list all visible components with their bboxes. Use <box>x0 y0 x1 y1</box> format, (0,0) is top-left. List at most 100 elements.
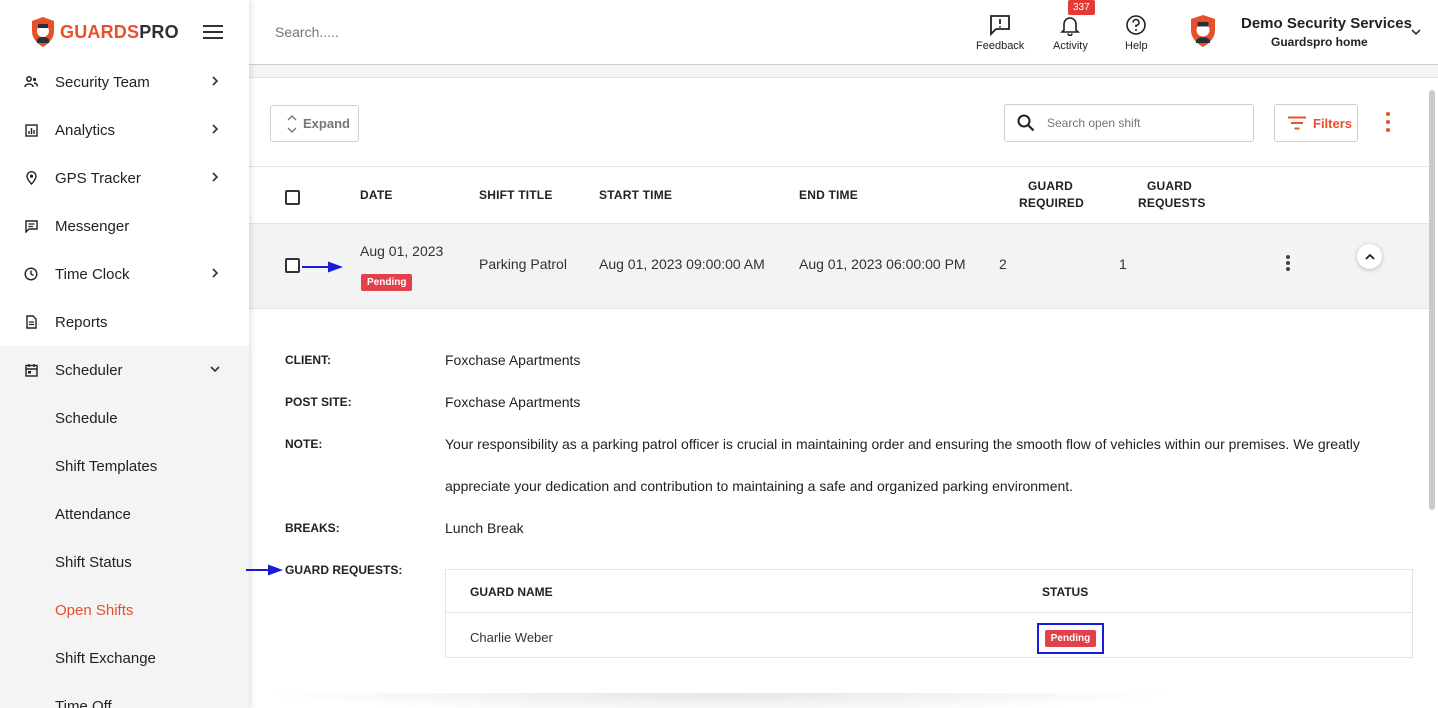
row-guard-required: 2 <box>999 256 1007 272</box>
brand-logo[interactable]: GUARDSPRO <box>30 15 179 49</box>
breaks-label: BREAKS: <box>285 521 340 535</box>
sidebar-item-schedule[interactable]: Schedule <box>0 394 249 442</box>
more-options-icon[interactable] <box>1385 112 1391 136</box>
sidebar-item-attendance[interactable]: Attendance <box>0 490 249 538</box>
sidebar-item-open-shifts[interactable]: Open Shifts <box>0 586 249 634</box>
help-icon <box>1126 15 1147 35</box>
sidebar-item-gps-tracker[interactable]: GPS Tracker <box>0 154 249 202</box>
top-bar: Feedback Activity 337 Help Demo Security… <box>249 0 1438 65</box>
company-name: Demo Security Services <box>1241 15 1412 32</box>
guard-name-cell: Charlie Weber <box>470 630 553 645</box>
chevron-right-icon <box>212 172 219 182</box>
note-label: NOTE: <box>285 437 323 451</box>
col-guard-requests-line1: GUARD <box>1147 179 1192 193</box>
expand-label: Expand <box>303 116 350 131</box>
col-guard-requests-line2: REQUESTS <box>1138 196 1206 210</box>
activity-count-badge: 337 <box>1068 0 1095 15</box>
sidebar-item-time-clock[interactable]: Time Clock <box>0 250 249 298</box>
activity-label: Activity <box>1053 40 1088 52</box>
help-label: Help <box>1125 40 1148 52</box>
chevron-down-icon <box>1411 29 1421 36</box>
col-start-time: START TIME <box>599 188 673 202</box>
chevron-right-icon <box>212 124 219 134</box>
annotation-arrow-icon <box>302 261 343 273</box>
sidebar-item-shift-exchange[interactable]: Shift Exchange <box>0 634 249 682</box>
client-value: Foxchase Apartments <box>445 352 581 368</box>
scrollbar[interactable] <box>1429 90 1435 510</box>
location-pin-icon <box>24 171 38 185</box>
sidebar-item-scheduler[interactable]: Scheduler <box>0 346 249 394</box>
guard-requests-table: GUARD NAME STATUS Charlie Weber Pending <box>445 569 1413 658</box>
col-guard-name: GUARD NAME <box>470 585 553 599</box>
search-icon <box>1017 114 1035 132</box>
chevron-right-icon <box>212 268 219 278</box>
sidebar-item-label: Reports <box>55 313 108 331</box>
client-label: CLIENT: <box>285 353 331 367</box>
brand-part1: GUARDS <box>60 21 140 42</box>
global-search-input[interactable] <box>275 24 575 40</box>
activity-button[interactable]: Activity <box>1053 14 1088 52</box>
sidebar-item-shift-templates[interactable]: Shift Templates <box>0 442 249 490</box>
expand-icon <box>287 114 297 133</box>
people-icon <box>24 75 38 89</box>
bottom-shadow <box>259 693 1179 708</box>
user-menu[interactable]: Demo Security Services Guardspro home <box>1189 12 1429 54</box>
row-start-time: Aug 01, 2023 09:00:00 AM <box>599 256 765 272</box>
bell-icon <box>1060 17 1081 36</box>
status-badge: Pending <box>361 274 413 291</box>
sidebar-item-label: GPS Tracker <box>55 169 141 187</box>
post-site-value: Foxchase Apartments <box>445 394 581 410</box>
filter-icon <box>1288 116 1306 130</box>
sidebar-nav: Security Team Analytics GPS Tracker Mess… <box>0 58 249 708</box>
clock-icon <box>24 267 38 281</box>
home-link: Guardspro home <box>1271 35 1368 49</box>
status-highlight-box: Pending <box>1037 623 1104 654</box>
sidebar-item-shift-status[interactable]: Shift Status <box>0 538 249 586</box>
sidebar: GUARDSPRO Security Team Analytics GPS Tr… <box>0 0 249 708</box>
guard-logo-icon <box>32 17 54 47</box>
sidebar-item-reports[interactable]: Reports <box>0 298 249 346</box>
feedback-label: Feedback <box>976 40 1025 52</box>
sidebar-item-label: Messenger <box>55 217 130 235</box>
filters-button[interactable]: Filters <box>1274 104 1358 142</box>
sidebar-item-time-off[interactable]: Time Off <box>0 682 249 708</box>
guard-avatar-icon <box>1191 15 1215 47</box>
chevron-right-icon <box>212 76 219 86</box>
sidebar-item-security-team[interactable]: Security Team <box>0 58 249 106</box>
guard-status-badge: Pending <box>1044 630 1097 647</box>
guard-requests-label: GUARD REQUESTS: <box>285 563 403 577</box>
open-shift-search[interactable] <box>1004 104 1254 142</box>
expand-button[interactable]: Expand <box>270 105 359 142</box>
note-value: Your responsibility as a parking patrol … <box>445 436 1360 494</box>
document-icon <box>24 315 38 329</box>
scheduler-submenu: Schedule Shift Templates Attendance Shif… <box>0 394 249 708</box>
col-status: STATUS <box>1042 585 1089 599</box>
select-all-checkbox[interactable] <box>285 190 300 205</box>
col-guard-required-line2: REQUIRED <box>1019 196 1084 210</box>
help-button[interactable]: Help <box>1125 14 1148 52</box>
table-header: DATE SHIFT TITLE START TIME END TIME GUA… <box>249 166 1429 224</box>
row-guard-requests: 1 <box>1119 256 1127 272</box>
table-row[interactable]: Aug 01, 2023 Pending Parking Patrol Aug … <box>249 224 1429 309</box>
col-date: DATE <box>360 188 393 202</box>
brand-part2: PRO <box>139 21 179 42</box>
collapse-row-button[interactable] <box>1357 244 1382 269</box>
bar-chart-icon <box>24 123 38 137</box>
divider-strip <box>249 65 1438 78</box>
chevron-up-icon <box>1364 253 1375 260</box>
feedback-button[interactable]: Feedback <box>976 14 1024 52</box>
sidebar-item-analytics[interactable]: Analytics <box>0 106 249 154</box>
sidebar-item-messenger[interactable]: Messenger <box>0 202 249 250</box>
sidebar-item-label: Time Clock <box>55 265 130 283</box>
row-checkbox[interactable] <box>285 258 300 273</box>
row-shift-title: Parking Patrol <box>479 256 567 272</box>
guard-requests-header: GUARD NAME STATUS <box>446 570 1412 613</box>
message-icon <box>24 219 38 233</box>
row-options-icon[interactable] <box>1285 255 1291 275</box>
annotation-arrow-icon <box>246 564 283 576</box>
open-shift-search-input[interactable] <box>1047 116 1237 130</box>
breaks-value: Lunch Break <box>445 520 524 536</box>
hamburger-menu-icon[interactable] <box>203 25 223 39</box>
feedback-icon <box>990 15 1011 36</box>
post-site-label: POST SITE: <box>285 395 352 409</box>
